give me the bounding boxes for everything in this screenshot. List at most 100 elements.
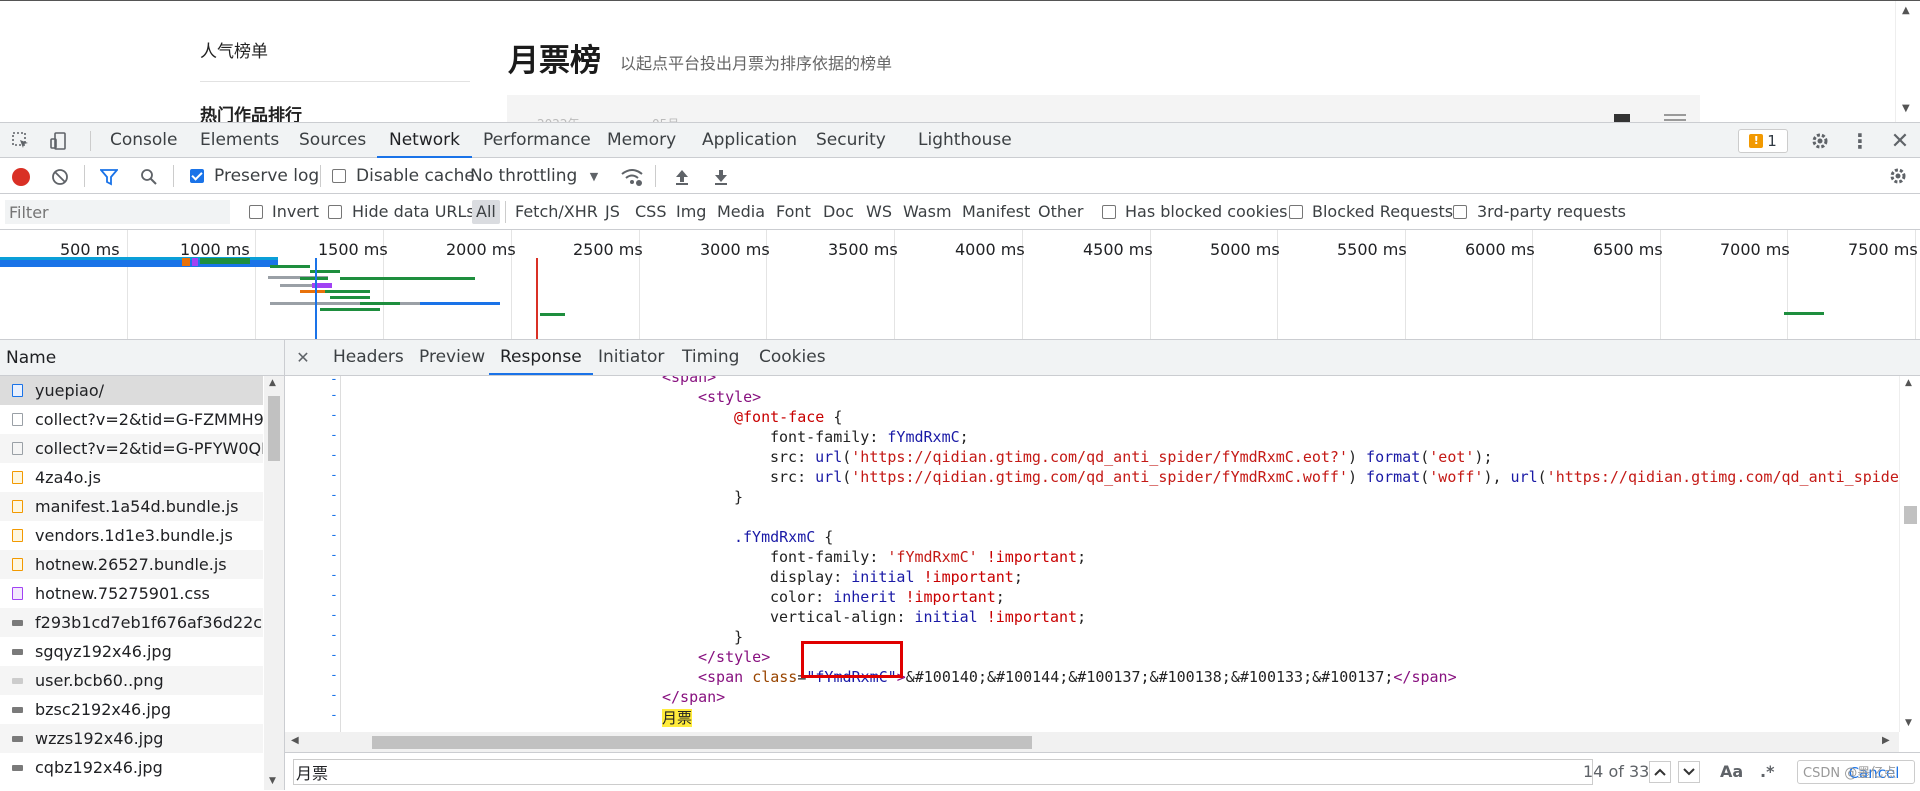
scroll-down-icon[interactable]: ▼ bbox=[1902, 103, 1910, 114]
code-vertical-scrollbar[interactable]: ▲ ▼ bbox=[1899, 376, 1920, 732]
scrollbar-thumb[interactable] bbox=[268, 396, 280, 461]
clear-icon[interactable] bbox=[50, 167, 70, 187]
request-row[interactable]: collect?v=2&tid=G-FZMMH98S bbox=[0, 405, 263, 434]
response-code-view[interactable]: - - - - - - - - - - - - - - - - - - <spa… bbox=[285, 376, 1899, 732]
preserve-log-label[interactable]: Preserve log bbox=[214, 158, 319, 194]
request-row[interactable]: user.bcb60..png bbox=[0, 666, 263, 695]
tab-security[interactable]: Security bbox=[816, 123, 886, 158]
issues-badge[interactable]: ! 1 bbox=[1738, 129, 1788, 153]
chevron-down-icon[interactable]: ▼ bbox=[588, 170, 600, 183]
nav-popular-lists[interactable]: 人气榜单 bbox=[200, 37, 268, 62]
request-row[interactable]: manifest.1a54d.bundle.js bbox=[0, 492, 263, 521]
scroll-right-icon[interactable]: ▶ bbox=[1882, 735, 1890, 746]
third-party-checkbox[interactable] bbox=[1453, 205, 1467, 219]
filter-funnel-icon[interactable] bbox=[99, 167, 119, 187]
has-blocked-cookies-label[interactable]: Has blocked cookies bbox=[1125, 194, 1288, 230]
request-row[interactable]: bzsc2192x46.jpg bbox=[0, 695, 263, 724]
type-fetch-xhr[interactable]: Fetch/XHR bbox=[515, 194, 598, 230]
settings-gear-icon[interactable] bbox=[1809, 130, 1831, 152]
blocked-requests-label[interactable]: Blocked Requests bbox=[1312, 194, 1453, 230]
type-doc[interactable]: Doc bbox=[823, 194, 854, 230]
scroll-up-icon[interactable]: ▲ bbox=[269, 378, 276, 388]
disable-cache-checkbox[interactable] bbox=[332, 169, 346, 183]
third-party-label[interactable]: 3rd-party requests bbox=[1477, 194, 1626, 230]
close-devtools-icon[interactable]: ✕ bbox=[1889, 129, 1911, 154]
scroll-left-icon[interactable]: ◀ bbox=[291, 735, 299, 746]
scroll-up-icon[interactable]: ▲ bbox=[1905, 378, 1912, 388]
tab-cookies[interactable]: Cookies bbox=[759, 340, 826, 375]
request-row[interactable]: hotnew.75275901.css bbox=[0, 579, 263, 608]
request-row[interactable]: cqbz192x46.jpg bbox=[0, 753, 263, 782]
tab-response[interactable]: Response bbox=[489, 340, 593, 375]
inspect-element-icon[interactable] bbox=[10, 130, 32, 152]
request-row[interactable]: f293b1cd7eb1f676af36d22c2ca bbox=[0, 608, 263, 637]
tab-application[interactable]: Application bbox=[702, 123, 797, 158]
scrollbar-thumb[interactable] bbox=[1904, 506, 1917, 524]
invert-label[interactable]: Invert bbox=[272, 194, 319, 230]
tab-timing[interactable]: Timing bbox=[682, 340, 739, 375]
nav-hot-works[interactable]: 热门作品排行 bbox=[200, 101, 302, 123]
request-row[interactable]: wzzs192x46.jpg bbox=[0, 724, 263, 753]
type-img[interactable]: Img bbox=[676, 194, 706, 230]
request-row[interactable]: sgqyz192x46.jpg bbox=[0, 637, 263, 666]
has-blocked-cookies-checkbox[interactable] bbox=[1102, 205, 1116, 219]
network-conditions-icon[interactable] bbox=[620, 166, 644, 188]
hide-data-urls-label[interactable]: Hide data URLs bbox=[352, 194, 475, 230]
request-list-scrollbar[interactable]: ▲ ▼ bbox=[264, 376, 284, 790]
invert-checkbox[interactable] bbox=[249, 205, 263, 219]
tab-initiator[interactable]: Initiator bbox=[598, 340, 664, 375]
request-row[interactable]: vendors.1d1e3.bundle.js bbox=[0, 521, 263, 550]
code-horizontal-scrollbar[interactable]: ◀ ▶ bbox=[285, 732, 1899, 752]
request-row[interactable]: 4za4o.js bbox=[0, 463, 263, 492]
page-scrollbar[interactable]: ▲ ▼ bbox=[1895, 1, 1920, 123]
disable-cache-label[interactable]: Disable cache bbox=[356, 158, 475, 194]
type-all[interactable]: All bbox=[472, 200, 500, 224]
tab-preview[interactable]: Preview bbox=[419, 340, 485, 375]
image-file-icon bbox=[12, 620, 23, 626]
type-manifest[interactable]: Manifest bbox=[962, 194, 1030, 230]
type-js[interactable]: JS bbox=[605, 194, 620, 230]
filter-input[interactable] bbox=[5, 200, 230, 224]
search-icon[interactable] bbox=[139, 167, 159, 187]
type-css[interactable]: CSS bbox=[635, 194, 666, 230]
tab-headers[interactable]: Headers bbox=[333, 340, 404, 375]
scroll-down-icon[interactable]: ▼ bbox=[269, 776, 276, 786]
scroll-down-icon[interactable]: ▼ bbox=[1905, 718, 1912, 728]
request-row[interactable]: hotnew.26527.bundle.js bbox=[0, 550, 263, 579]
network-settings-icon[interactable] bbox=[1887, 165, 1909, 187]
throttling-select[interactable]: No throttling bbox=[470, 158, 577, 194]
match-case-toggle[interactable]: Aa bbox=[1720, 753, 1743, 791]
next-match-button[interactable] bbox=[1678, 761, 1700, 783]
more-options-icon[interactable]: ⋮ bbox=[1849, 129, 1871, 153]
list-view-icon[interactable] bbox=[1664, 114, 1686, 116]
hide-data-urls-checkbox[interactable] bbox=[328, 205, 342, 219]
tab-memory[interactable]: Memory bbox=[607, 123, 676, 158]
type-font[interactable]: Font bbox=[776, 194, 811, 230]
device-toolbar-icon[interactable] bbox=[48, 130, 70, 152]
tab-console[interactable]: Console bbox=[110, 123, 178, 158]
search-input[interactable] bbox=[293, 759, 1593, 785]
export-har-icon[interactable] bbox=[711, 167, 731, 187]
scrollbar-thumb[interactable] bbox=[372, 736, 1032, 749]
previous-match-button[interactable] bbox=[1649, 761, 1671, 783]
type-wasm[interactable]: Wasm bbox=[903, 194, 952, 230]
scroll-up-icon[interactable]: ▲ bbox=[1902, 5, 1910, 16]
type-media[interactable]: Media bbox=[717, 194, 765, 230]
request-row[interactable]: yuepiao/ bbox=[0, 376, 263, 405]
tab-network[interactable]: Network bbox=[377, 123, 472, 158]
type-other[interactable]: Other bbox=[1038, 194, 1083, 230]
preserve-log-checkbox[interactable] bbox=[190, 169, 204, 183]
tab-performance[interactable]: Performance bbox=[483, 123, 591, 158]
import-har-icon[interactable] bbox=[672, 167, 692, 187]
tab-elements[interactable]: Elements bbox=[200, 123, 279, 158]
tab-sources[interactable]: Sources bbox=[299, 123, 366, 158]
type-ws[interactable]: WS bbox=[866, 194, 892, 230]
regex-toggle[interactable]: .* bbox=[1760, 753, 1774, 791]
blocked-requests-checkbox[interactable] bbox=[1289, 205, 1303, 219]
close-detail-icon[interactable]: ✕ bbox=[293, 347, 313, 367]
name-column-header[interactable]: Name bbox=[0, 340, 284, 376]
record-icon[interactable] bbox=[12, 168, 30, 186]
request-row[interactable]: collect?v=2&tid=G-PFYW0QLV. bbox=[0, 434, 263, 463]
tab-lighthouse[interactable]: Lighthouse bbox=[918, 123, 1012, 158]
network-overview[interactable]: 500 ms 1000 ms 1500 ms 2000 ms 2500 ms 3… bbox=[0, 230, 1920, 340]
